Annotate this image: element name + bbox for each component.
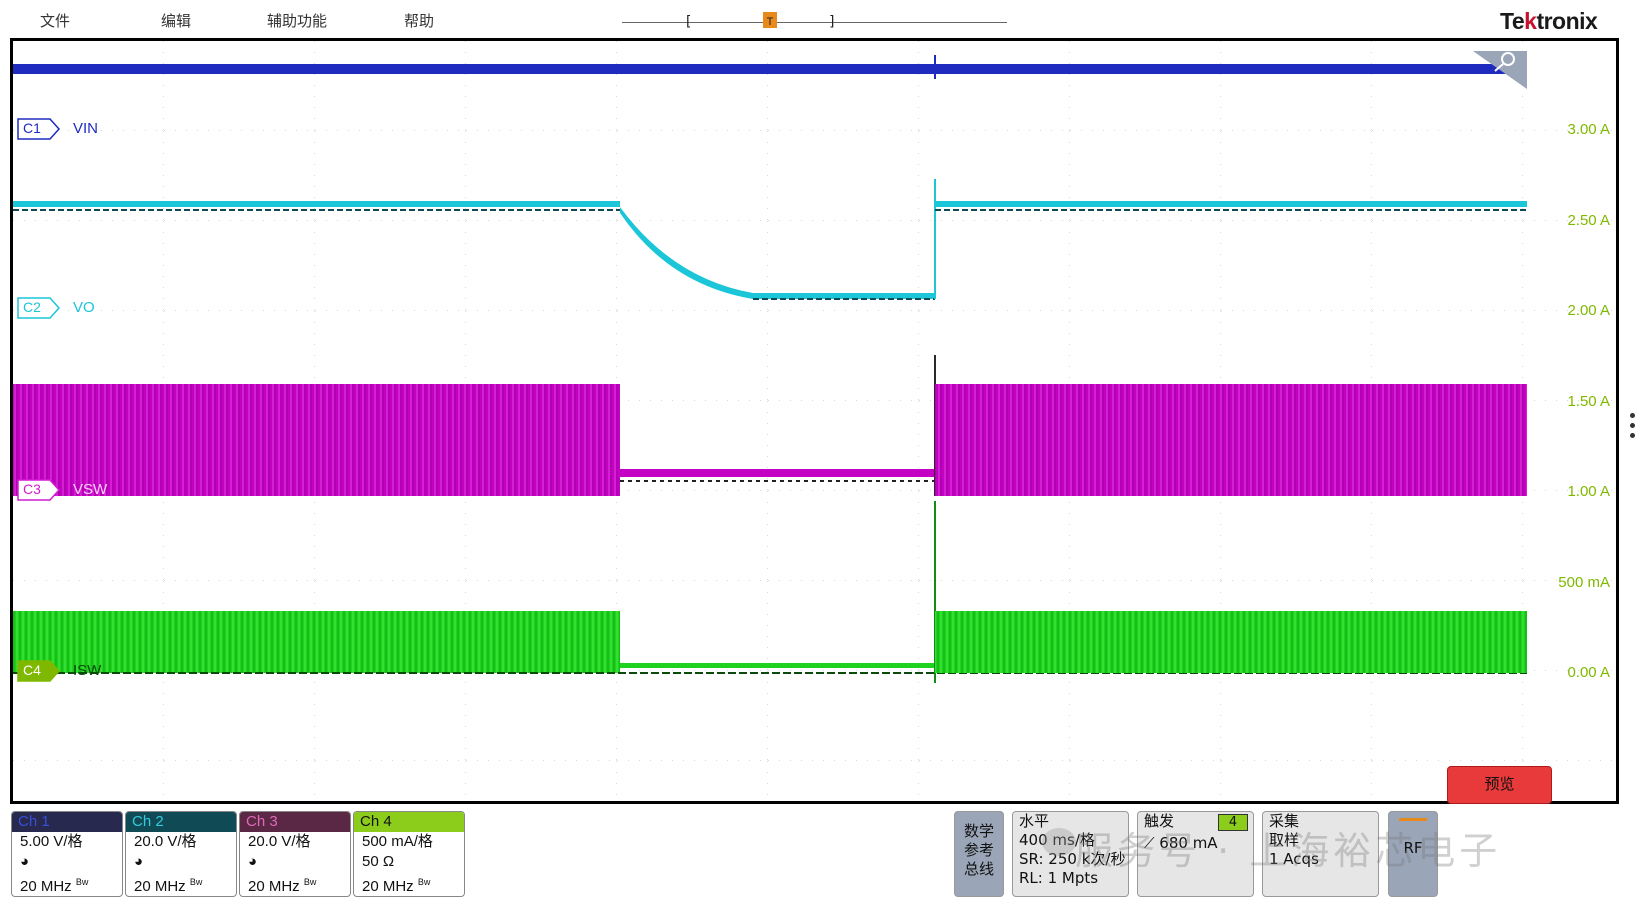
channel-1-indicator[interactable]: C1 xyxy=(17,118,61,140)
menu-file[interactable]: 文件 xyxy=(40,10,70,31)
acquisition-count: 1 Acqs xyxy=(1269,850,1319,868)
ch4-panel[interactable]: Ch 4 500 mA/格 50 Ω 20 MHz Bw xyxy=(353,811,465,897)
rf-button[interactable]: RF xyxy=(1388,811,1438,897)
channel-4-indicator[interactable]: C4 xyxy=(17,660,61,682)
record-timeline[interactable] xyxy=(622,22,1007,23)
acquisition-title: 采集 xyxy=(1269,812,1300,830)
wechat-icon xyxy=(1042,828,1076,856)
more-options-icon[interactable] xyxy=(1630,413,1636,443)
channel-1-name: VIN xyxy=(73,120,99,137)
rf-label: RF xyxy=(1403,839,1423,857)
timeline-left-bracket: [ xyxy=(684,14,693,30)
waveform-display[interactable]: C1 VIN C2 VO C3 VSW C4 ISW 3.00 A 2.50 A… xyxy=(10,38,1619,804)
horizontal-sample-rate: SR: 250 k次/秒 xyxy=(1019,850,1126,868)
ch2-panel[interactable]: Ch 2 20.0 V/格 ◕ 20 MHz Bw xyxy=(125,811,237,897)
ch4-bandwidth: 20 MHz Bw xyxy=(362,877,431,895)
acquisition-mode: 取样 xyxy=(1269,831,1300,849)
timeline-right-bracket: ] xyxy=(828,14,837,30)
ch2-scale: 20.0 V/格 xyxy=(134,833,197,850)
ch4-title: Ch 4 xyxy=(354,812,464,832)
channel-2-indicator[interactable]: C2 xyxy=(17,297,61,319)
ch1-panel[interactable]: Ch 1 5.00 V/格 ◕ 20 MHz Bw xyxy=(11,811,123,897)
axis-label-1-5a: 1.50 A xyxy=(1567,393,1610,410)
waveform-canvas xyxy=(13,41,1616,801)
ch1-scale: 5.00 V/格 xyxy=(20,833,83,850)
channel-2-name: VO xyxy=(73,299,95,316)
trigger-level: ⟋ 680 mA xyxy=(1144,834,1218,852)
math-label: 数学 xyxy=(963,822,994,840)
trigger-source: 4 xyxy=(1218,814,1248,831)
axis-label-2a: 2.00 A xyxy=(1567,302,1610,319)
axis-label-500ma: 500 mA xyxy=(1558,574,1610,591)
ch1-probe-icon: ◕ xyxy=(20,853,30,870)
axis-label-2-5a: 2.50 A xyxy=(1567,212,1610,229)
rising-edge-icon: ⟋ xyxy=(1144,834,1155,852)
ch1-title: Ch 1 xyxy=(12,812,122,832)
horizontal-title: 水平 xyxy=(1019,812,1050,830)
ch3-title: Ch 3 xyxy=(240,812,350,832)
channel-3-name: VSW xyxy=(73,481,108,498)
math-ref-bus-button[interactable]: 数学 参考 总线 xyxy=(954,811,1004,897)
axis-label-1a: 1.00 A xyxy=(1567,483,1610,500)
ch3-probe-icon: ◕ xyxy=(248,853,258,870)
horizontal-record-length: RL: 1 Mpts xyxy=(1019,869,1099,887)
bus-label: 总线 xyxy=(963,860,994,878)
ch4-scale: 500 mA/格 xyxy=(362,833,433,850)
trigger-marker-label: T xyxy=(767,16,774,28)
ch2-bandwidth: 20 MHz Bw xyxy=(134,877,203,895)
axis-label-3a: 3.00 A xyxy=(1567,121,1610,138)
ch2-title: Ch 2 xyxy=(126,812,236,832)
trigger-title: 触发 4 xyxy=(1138,812,1253,831)
ch3-scale: 20.0 V/格 xyxy=(248,833,311,850)
ch4-impedance: 50 Ω xyxy=(362,853,395,870)
menu-help[interactable]: 帮助 xyxy=(404,10,434,31)
horizontal-panel[interactable]: 水平 400 ms/格 SR: 250 k次/秒 RL: 1 Mpts xyxy=(1012,811,1129,897)
channel-4-name: ISW xyxy=(73,662,102,679)
menu-accessibility[interactable]: 辅助功能 xyxy=(267,10,327,31)
axis-label-0a: 0.00 A xyxy=(1567,664,1610,681)
channel-3-indicator[interactable]: C3 xyxy=(17,479,61,501)
ch2-probe-icon: ◕ xyxy=(134,853,144,870)
preview-label: 预览 xyxy=(1484,775,1515,793)
ch3-bandwidth: 20 MHz Bw xyxy=(248,877,317,895)
brand-logo: Tektronix xyxy=(1500,8,1598,34)
trigger-panel[interactable]: 触发 4 ⟋ 680 mA xyxy=(1137,811,1254,897)
ch1-bandwidth: 20 MHz Bw xyxy=(20,877,89,895)
menu-edit[interactable]: 编辑 xyxy=(161,10,191,31)
acquisition-panel[interactable]: 采集 取样 1 Acqs xyxy=(1262,811,1379,897)
ch3-panel[interactable]: Ch 3 20.0 V/格 ◕ 20 MHz Bw xyxy=(239,811,351,897)
ref-label: 参考 xyxy=(963,841,994,859)
preview-button[interactable]: 预览 xyxy=(1447,766,1552,804)
